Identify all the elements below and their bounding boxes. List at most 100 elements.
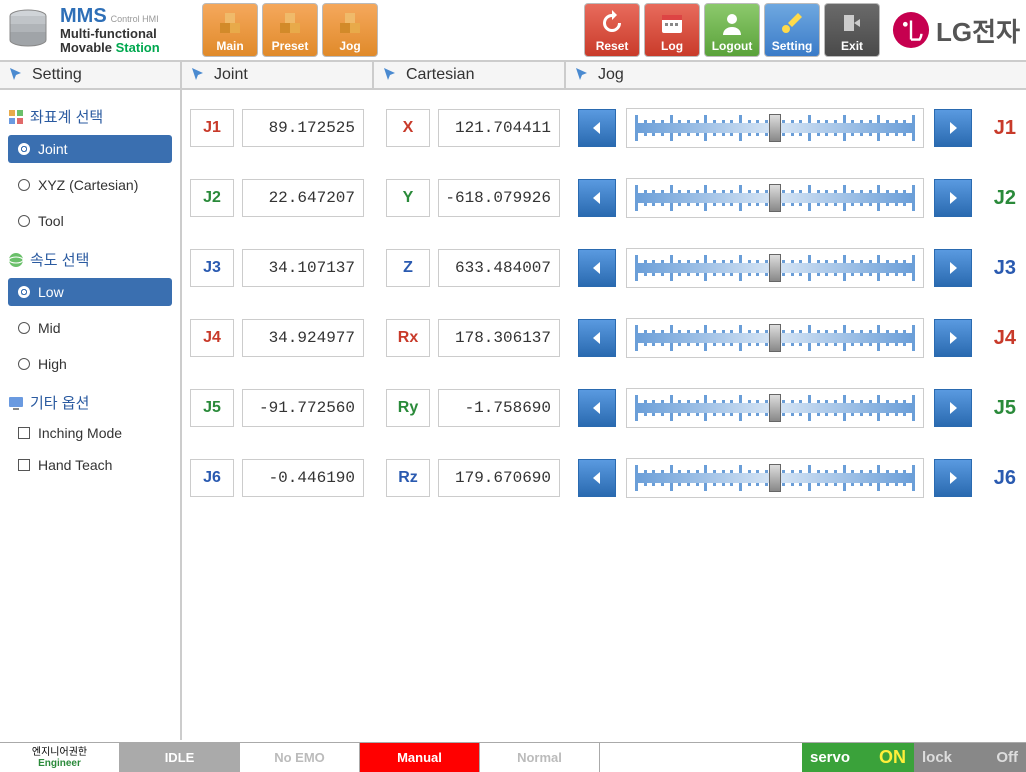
setting-button[interactable]: Setting	[764, 3, 820, 57]
jog-J3-slider[interactable]	[626, 248, 924, 288]
log-button[interactable]: Log	[644, 3, 700, 57]
jog-J6-left[interactable]	[578, 459, 616, 497]
jog-J2-left[interactable]	[578, 179, 616, 217]
joint-J5-button[interactable]: J5	[190, 389, 234, 427]
jog-J1-left[interactable]	[578, 109, 616, 147]
cart-Z-button[interactable]: Z	[386, 249, 430, 287]
boxes-icon	[276, 9, 304, 37]
status-bar: 엔지니어권한 Engineer IDLE No EMO Manual Norma…	[0, 742, 1026, 772]
joint-J3-button[interactable]: J3	[190, 249, 234, 287]
boxes-icon	[336, 9, 364, 37]
normal-status: Normal	[480, 743, 600, 772]
jog-J5-slider[interactable]	[626, 388, 924, 428]
mms-subtitle: Control HMI	[111, 14, 159, 24]
handteach-checkbox[interactable]: Hand Teach	[8, 453, 172, 477]
joint-J2-button[interactable]: J2	[190, 179, 234, 217]
cart-Z-value: 633.484007	[438, 249, 560, 287]
jog-J2-slider[interactable]	[626, 178, 924, 218]
coord-group-title: 좌표계 선택	[8, 106, 172, 127]
joint-J6-button[interactable]: J6	[190, 459, 234, 497]
app-logo: MMSControl HMI Multi-functional Movable …	[6, 5, 198, 56]
jog-J1-label: J1	[982, 117, 1016, 140]
joint-J4-button[interactable]: J4	[190, 319, 234, 357]
mms-title: MMS	[60, 5, 107, 27]
jog-J4-slider[interactable]	[626, 318, 924, 358]
jog-J3-left[interactable]	[578, 249, 616, 287]
jog-J6-slider[interactable]	[626, 458, 924, 498]
jog-J5-label: J5	[982, 397, 1016, 420]
database-icon	[6, 6, 54, 54]
sidebar: 좌표계 선택 Joint XYZ (Cartesian) Tool 속도 선택 …	[0, 90, 182, 740]
mms-movable: Movable	[60, 40, 112, 55]
etc-group-title: 기타 옵션	[8, 392, 172, 413]
jog-J5-right[interactable]	[934, 389, 972, 427]
cart-Y-button[interactable]: Y	[386, 179, 430, 217]
emo-status: No EMO	[240, 743, 360, 772]
jog-J1-slider[interactable]	[626, 108, 924, 148]
joint-J6-value: -0.446190	[242, 459, 364, 497]
mode-status: Manual	[360, 743, 480, 772]
jog-J6-right[interactable]	[934, 459, 972, 497]
jog-column: J1J2J3J4J5J6	[568, 90, 1026, 740]
cursor-icon	[382, 66, 400, 84]
reset-button[interactable]: Reset	[584, 3, 640, 57]
coord-joint-radio[interactable]: Joint	[8, 135, 172, 163]
boxes-icon	[216, 9, 244, 37]
cart-X-button[interactable]: X	[386, 109, 430, 147]
jog-J2-label: J2	[982, 187, 1016, 210]
calendar-icon	[658, 9, 686, 37]
jog-J5-left[interactable]	[578, 389, 616, 427]
inching-checkbox[interactable]: Inching Mode	[8, 421, 172, 445]
jog-J3-label: J3	[982, 257, 1016, 280]
main-button[interactable]: Main	[202, 3, 258, 57]
value-columns: J189.172525X121.704411J222.647207Y-618.0…	[182, 90, 568, 740]
section-joint: Joint	[182, 62, 374, 88]
cart-Ry-button[interactable]: Ry	[386, 389, 430, 427]
section-cartesian: Cartesian	[374, 62, 566, 88]
jog-button[interactable]: Jog	[322, 3, 378, 57]
joint-J4-value: 34.924977	[242, 319, 364, 357]
coord-xyz-radio[interactable]: XYZ (Cartesian)	[8, 171, 172, 199]
exit-icon	[838, 9, 866, 37]
cursor-icon	[574, 66, 592, 84]
cart-Y-value: -618.079926	[438, 179, 560, 217]
coord-tool-radio[interactable]: Tool	[8, 207, 172, 235]
exit-button[interactable]: Exit	[824, 3, 880, 57]
jog-J4-left[interactable]	[578, 319, 616, 357]
cart-Rx-button[interactable]: Rx	[386, 319, 430, 357]
cart-X-value: 121.704411	[438, 109, 560, 147]
speed-group-title: 속도 선택	[8, 249, 172, 270]
lg-logo: LG전자	[892, 11, 1020, 49]
monitor-icon	[8, 395, 24, 411]
jog-J4-label: J4	[982, 327, 1016, 350]
preset-button[interactable]: Preset	[262, 3, 318, 57]
cart-Ry-value: -1.758690	[438, 389, 560, 427]
speed-mid-radio[interactable]: Mid	[8, 314, 172, 342]
refresh-icon	[598, 9, 626, 37]
lg-face-icon	[892, 11, 930, 49]
jog-J2-right[interactable]	[934, 179, 972, 217]
logout-button[interactable]: Logout	[704, 3, 760, 57]
jog-J3-right[interactable]	[934, 249, 972, 287]
globe-icon	[8, 252, 24, 268]
cart-Rz-button[interactable]: Rz	[386, 459, 430, 497]
jog-J4-right[interactable]	[934, 319, 972, 357]
speed-high-radio[interactable]: High	[8, 350, 172, 378]
idle-status: IDLE	[120, 743, 240, 772]
lock-status[interactable]: lockOff	[914, 743, 1026, 772]
jog-J1-right[interactable]	[934, 109, 972, 147]
section-headers: Setting Joint Cartesian Jog	[0, 62, 1026, 90]
joint-J5-value: -91.772560	[242, 389, 364, 427]
cart-Rx-value: 178.306137	[438, 319, 560, 357]
joint-J3-value: 34.107137	[242, 249, 364, 287]
servo-status[interactable]: servoON	[802, 743, 914, 772]
grid-icon	[8, 109, 24, 125]
lg-text: LG전자	[936, 12, 1020, 49]
header: MMSControl HMI Multi-functional Movable …	[0, 0, 1026, 62]
joint-J1-value: 89.172525	[242, 109, 364, 147]
mms-station: Station	[116, 40, 160, 55]
user-icon	[718, 9, 746, 37]
speed-low-radio[interactable]: Low	[8, 278, 172, 306]
auth-status: 엔지니어권한 Engineer	[0, 743, 120, 772]
joint-J1-button[interactable]: J1	[190, 109, 234, 147]
